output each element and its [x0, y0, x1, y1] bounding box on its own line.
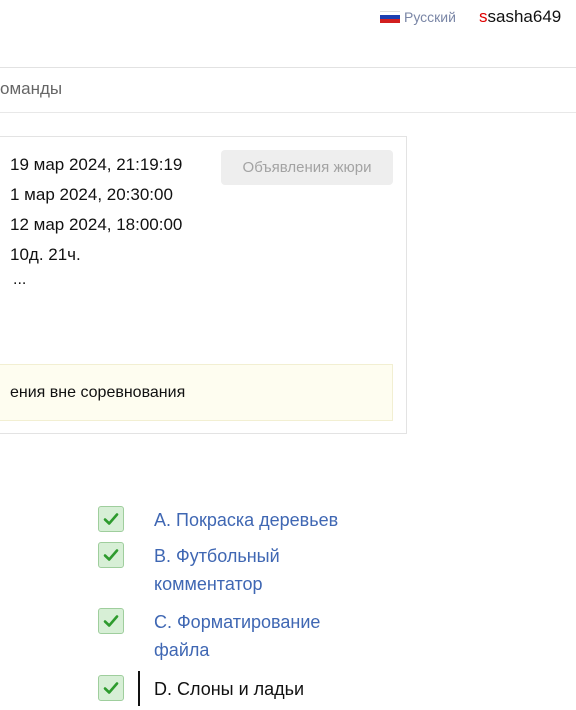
username-rest: sasha649 [487, 7, 562, 26]
username-first-letter: s [479, 7, 488, 26]
start-time: 1 мар 2024, 20:30:00 [10, 185, 173, 204]
out-of-competition-notice: ения вне соревнования [0, 364, 393, 421]
duration: 10д. 21ч. [10, 245, 81, 264]
russian-flag-icon [380, 10, 400, 24]
accepted-check-icon [98, 506, 124, 532]
more-link[interactable]: ... [13, 271, 26, 289]
problem-link-d[interactable]: D. Слоны и ладьи [154, 675, 354, 703]
accepted-check-icon [98, 542, 124, 568]
top-bar: Русский ssasha649 [0, 0, 576, 68]
language-selector[interactable]: Русский [380, 9, 456, 25]
accepted-check-icon [98, 675, 124, 701]
accepted-check-icon [98, 608, 124, 634]
end-time: 12 мар 2024, 18:00:00 [10, 215, 183, 234]
current-problem-marker [138, 671, 140, 706]
problem-link-a[interactable]: A. Покраска деревьев [154, 506, 354, 534]
current-time: 19 мар 2024, 21:19:19 [10, 155, 183, 174]
problem-link-b[interactable]: B. Футбольный комментатор [154, 542, 354, 598]
nav-divider [0, 112, 576, 113]
header-divider [0, 67, 576, 68]
nav-item-teams[interactable]: оманды [0, 79, 62, 99]
jury-announcements-button[interactable]: Объявления жюри [221, 150, 393, 185]
problem-link-c[interactable]: C. Форматирование файла [154, 608, 354, 664]
language-label[interactable]: Русский [404, 9, 456, 25]
username-link[interactable]: ssasha649 [479, 7, 561, 27]
